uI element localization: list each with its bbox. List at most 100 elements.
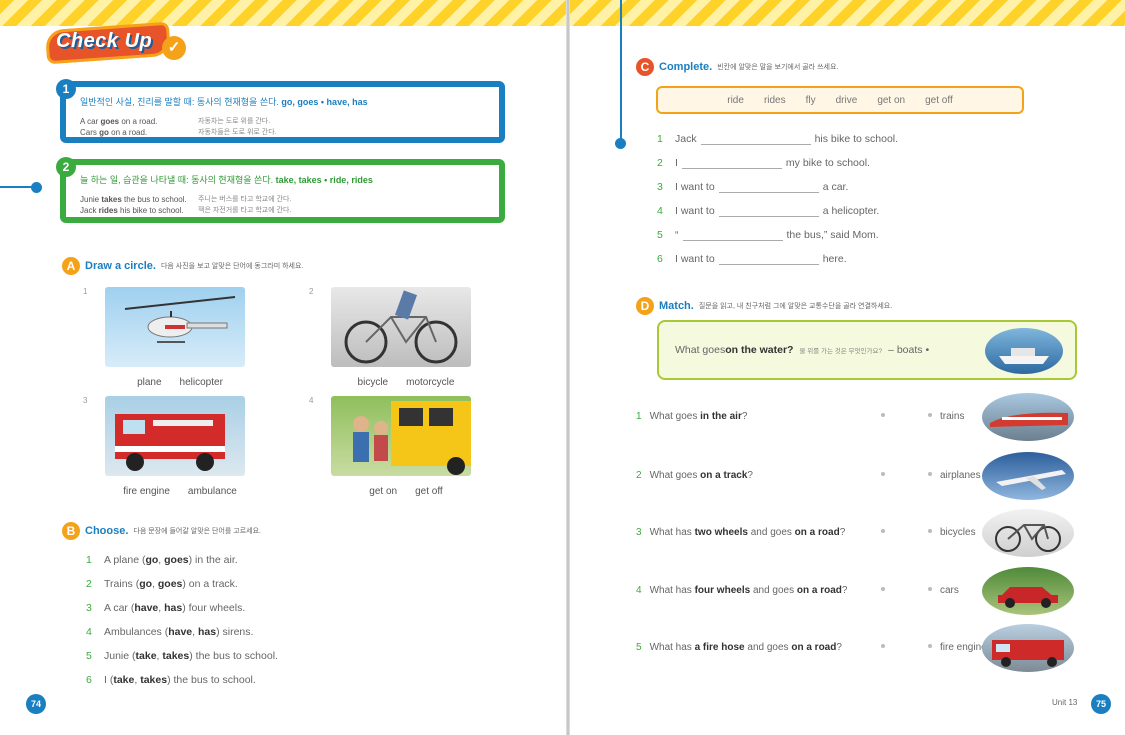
answer-blank[interactable] [718,206,819,217]
choice-option[interactable]: has [164,602,182,614]
choice-option[interactable]: go [145,554,158,566]
option[interactable]: fire engine [123,486,170,497]
section-a-header: A Draw a circle. 다음 사진을 보고 알맞은 단어에 동그라미 … [62,257,303,275]
answer-blank[interactable] [700,134,811,145]
word-bank: ride rides fly drive get on get off [656,86,1024,114]
grammar-rule-box-1: 1 일반적인 사실, 진리를 말할 때: 동사의 현재형을 쓴다. go, go… [56,79,505,143]
section-title: Choose. [85,525,129,537]
answer-blank[interactable] [682,230,783,241]
choice-option[interactable]: go [139,578,152,590]
right-pin-dot [615,138,626,149]
list-item: 3I want to a car. [657,181,849,193]
question-segment: ? [836,642,842,653]
match-item-3: 3 What has two wheels and goes on a road?… [636,509,1106,559]
list-item: 4I want to a helicopter. [657,205,880,217]
section-letter: C [636,58,654,76]
list-item: 1A plane ( go, goes ) in the air. [86,554,238,566]
question-segment: and goes [747,527,795,538]
match-answer: bicycles [940,527,976,538]
answer-blank[interactable] [681,158,782,169]
option[interactable]: get off [415,486,443,497]
choice-option[interactable]: takes [162,650,189,662]
grammar-rule-box-2: 2 늘 하는 일, 습관을 나타낼 때: 동사의 현재형을 쓴다. take, … [56,157,505,223]
page-number-right: 75 [1091,694,1111,714]
page-number-left: 74 [26,694,46,714]
question-segment: and goes [750,585,797,596]
option[interactable]: get on [369,486,397,497]
option-pair: get on get off [331,486,481,497]
draw-circle-item-4: 4 get on get off [309,396,481,497]
header-stripe-right [570,0,1125,26]
match-dot[interactable] [928,472,932,476]
question-segment: in the air [700,411,742,422]
item-number: 2 [636,470,642,481]
match-question: 3 What has two wheels and goes on a road? [636,527,845,538]
rule-example: Junie takes the bus to school. 주니는 버스를 타… [80,195,292,204]
list-item: 5 “the bus,” said Mom. [657,229,879,241]
question-segment: ? [839,527,846,538]
rule-example: Cars go on a road. 자동차들은 도로 위로 간다. [80,128,277,137]
list-item: 4 Ambulances ( have, has ) sirens. [86,626,254,638]
question-segment: two wheels [694,527,748,538]
option-pair: plane helicopter [105,377,255,388]
match-dot[interactable] [928,529,932,533]
check-up-logo: Check Up ✓ [44,21,186,65]
item-number: 3 [636,527,642,538]
logo-text: Check Up [56,30,153,52]
check-icon: ✓ [162,36,186,60]
match-dot[interactable] [928,587,932,591]
option[interactable]: plane [137,377,161,388]
draw-circle-item-3: 3 fire engine ambulance [83,396,255,497]
choice-option[interactable]: have [134,602,158,614]
match-dot[interactable] [881,587,885,591]
match-dot[interactable] [881,472,885,476]
unit-label: Unit 13 [1052,698,1078,707]
match-dot[interactable] [881,413,885,417]
right-pin-line [620,0,622,140]
bicycle-photo-small [982,509,1074,557]
choice-option[interactable]: goes [158,578,183,590]
list-item: 6I want to here. [657,253,847,265]
draw-circle-item-1: 1 plane helicopter [83,287,255,388]
question-segment: What goes [649,470,701,481]
choice-option[interactable]: goes [164,554,189,566]
boat-photo [985,328,1063,374]
option[interactable]: motorcycle [406,377,454,388]
section-instructions: 빈칸에 알맞은 말을 보기에서 골라 쓰세요. [717,64,839,71]
complete-list: 1 Jack his bike to school. 2 Imy bike to sc… [657,127,898,271]
match-answer: cars [940,585,959,596]
answer-blank[interactable] [718,182,819,193]
choice-option[interactable]: take [136,650,157,662]
item-number: 5 [636,642,642,653]
helicopter-photo [105,287,245,367]
choice-option[interactable]: have [168,626,192,638]
question-segment: a fire hose [694,642,745,653]
fire-engine-photo [105,396,245,476]
rule-number: 2 [56,157,76,177]
question-segment: What has [649,585,695,596]
question-segment: on a road [791,642,837,653]
choice-option[interactable]: takes [140,674,167,686]
match-question: 5 What has a fire hose and goes on a road… [636,642,842,653]
answer-blank[interactable] [718,254,819,265]
option[interactable]: helicopter [180,377,223,388]
question-segment: ? [841,585,848,596]
question-segment: ? [747,470,753,481]
choose-list: 1A plane ( go, goes ) in the air. 2 Train… [86,548,278,692]
section-instructions: 다음 문장에 들어갈 알맞은 단어를 고르세요. [133,528,261,535]
choice-option[interactable]: take [113,674,134,686]
match-dot[interactable] [928,413,932,417]
match-dot[interactable] [881,529,885,533]
choice-option[interactable]: has [198,626,216,638]
section-letter: A [62,257,80,275]
match-dot[interactable] [881,644,885,648]
match-dot[interactable] [928,644,932,648]
section-letter: D [636,297,654,315]
item-number: 1 [636,411,642,422]
section-instructions: 질문을 읽고, 내 친구처럼 그에 알맞은 교통수단을 골라 연결하세요. [698,303,893,310]
word-bank-item: get off [925,94,953,106]
option[interactable]: bicycle [358,377,389,388]
option[interactable]: ambulance [188,486,237,497]
bicycle-photo [331,287,471,367]
option-pair: fire engine ambulance [105,486,255,497]
